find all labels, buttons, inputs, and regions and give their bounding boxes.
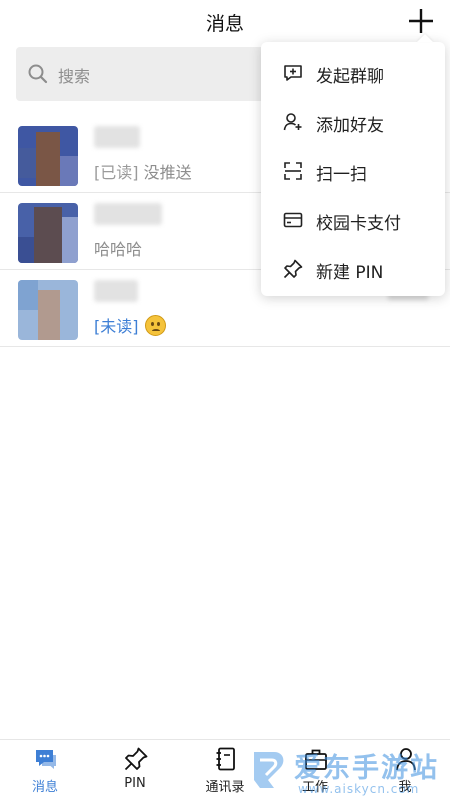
pin-icon [282, 258, 304, 280]
menu-label: 新建 PIN [316, 263, 384, 283]
briefcase-icon [303, 746, 329, 772]
person-icon [393, 746, 419, 772]
contacts-icon [213, 746, 239, 772]
message-preview: 哈哈哈 [94, 236, 142, 260]
message-preview: [已读] 没推送 [94, 159, 192, 183]
read-status: [已读] [94, 163, 139, 182]
menu-item-new-pin[interactable]: 新建 PIN [261, 245, 445, 294]
contact-name-blurred [94, 126, 140, 148]
avatar [18, 280, 78, 340]
menu-label: 扫一扫 [316, 165, 367, 185]
bottom-tab-bar: 消息 PIN 通讯录 工作 我 [0, 739, 450, 800]
messages-icon [33, 746, 59, 772]
message-text: 没推送 [143, 163, 192, 182]
add-friend-icon [282, 111, 304, 133]
tab-label: 消息 [31, 780, 58, 795]
menu-label: 添加好友 [316, 116, 384, 136]
menu-label: 校园卡支付 [316, 214, 401, 234]
tab-label: 我 [398, 780, 412, 795]
tab-pin[interactable]: PIN [90, 740, 180, 800]
tab-work[interactable]: 工作 [270, 740, 360, 800]
search-icon [27, 63, 49, 85]
chat-add-icon [282, 62, 304, 84]
tab-label: PIN [124, 776, 146, 791]
contact-name-blurred [94, 203, 162, 225]
tab-contacts[interactable]: 通讯录 [180, 740, 270, 800]
avatar [18, 203, 78, 263]
avatar [18, 126, 78, 186]
menu-item-add-friend[interactable]: 添加好友 [261, 98, 445, 147]
menu-label: 发起群聊 [316, 67, 384, 87]
search-placeholder: 搜索 [58, 67, 91, 86]
tab-label: 工作 [301, 780, 328, 795]
pin-icon [123, 746, 149, 772]
contact-name-blurred [94, 280, 138, 302]
message-text: 哈哈哈 [94, 240, 143, 259]
menu-item-scan[interactable]: 扫一扫 [261, 147, 445, 196]
plus-icon[interactable] [406, 6, 436, 36]
message-preview: [未读] [94, 313, 166, 337]
header: 消息 [0, 0, 450, 44]
unread-status: [未读] [94, 317, 139, 336]
menu-item-campus-card-pay[interactable]: 校园卡支付 [261, 196, 445, 245]
plus-dropdown-menu: 发起群聊 添加好友 扫一扫 校园卡支付 新建 PIN [261, 42, 445, 296]
page-title: 消息 [205, 13, 244, 35]
menu-item-group-chat[interactable]: 发起群聊 [261, 49, 445, 98]
worried-face-emoji [144, 315, 166, 336]
tab-label: 通讯录 [205, 780, 245, 795]
scan-icon [282, 160, 304, 182]
card-icon [282, 209, 304, 231]
tab-messages[interactable]: 消息 [0, 740, 90, 800]
tab-me[interactable]: 我 [360, 740, 450, 800]
